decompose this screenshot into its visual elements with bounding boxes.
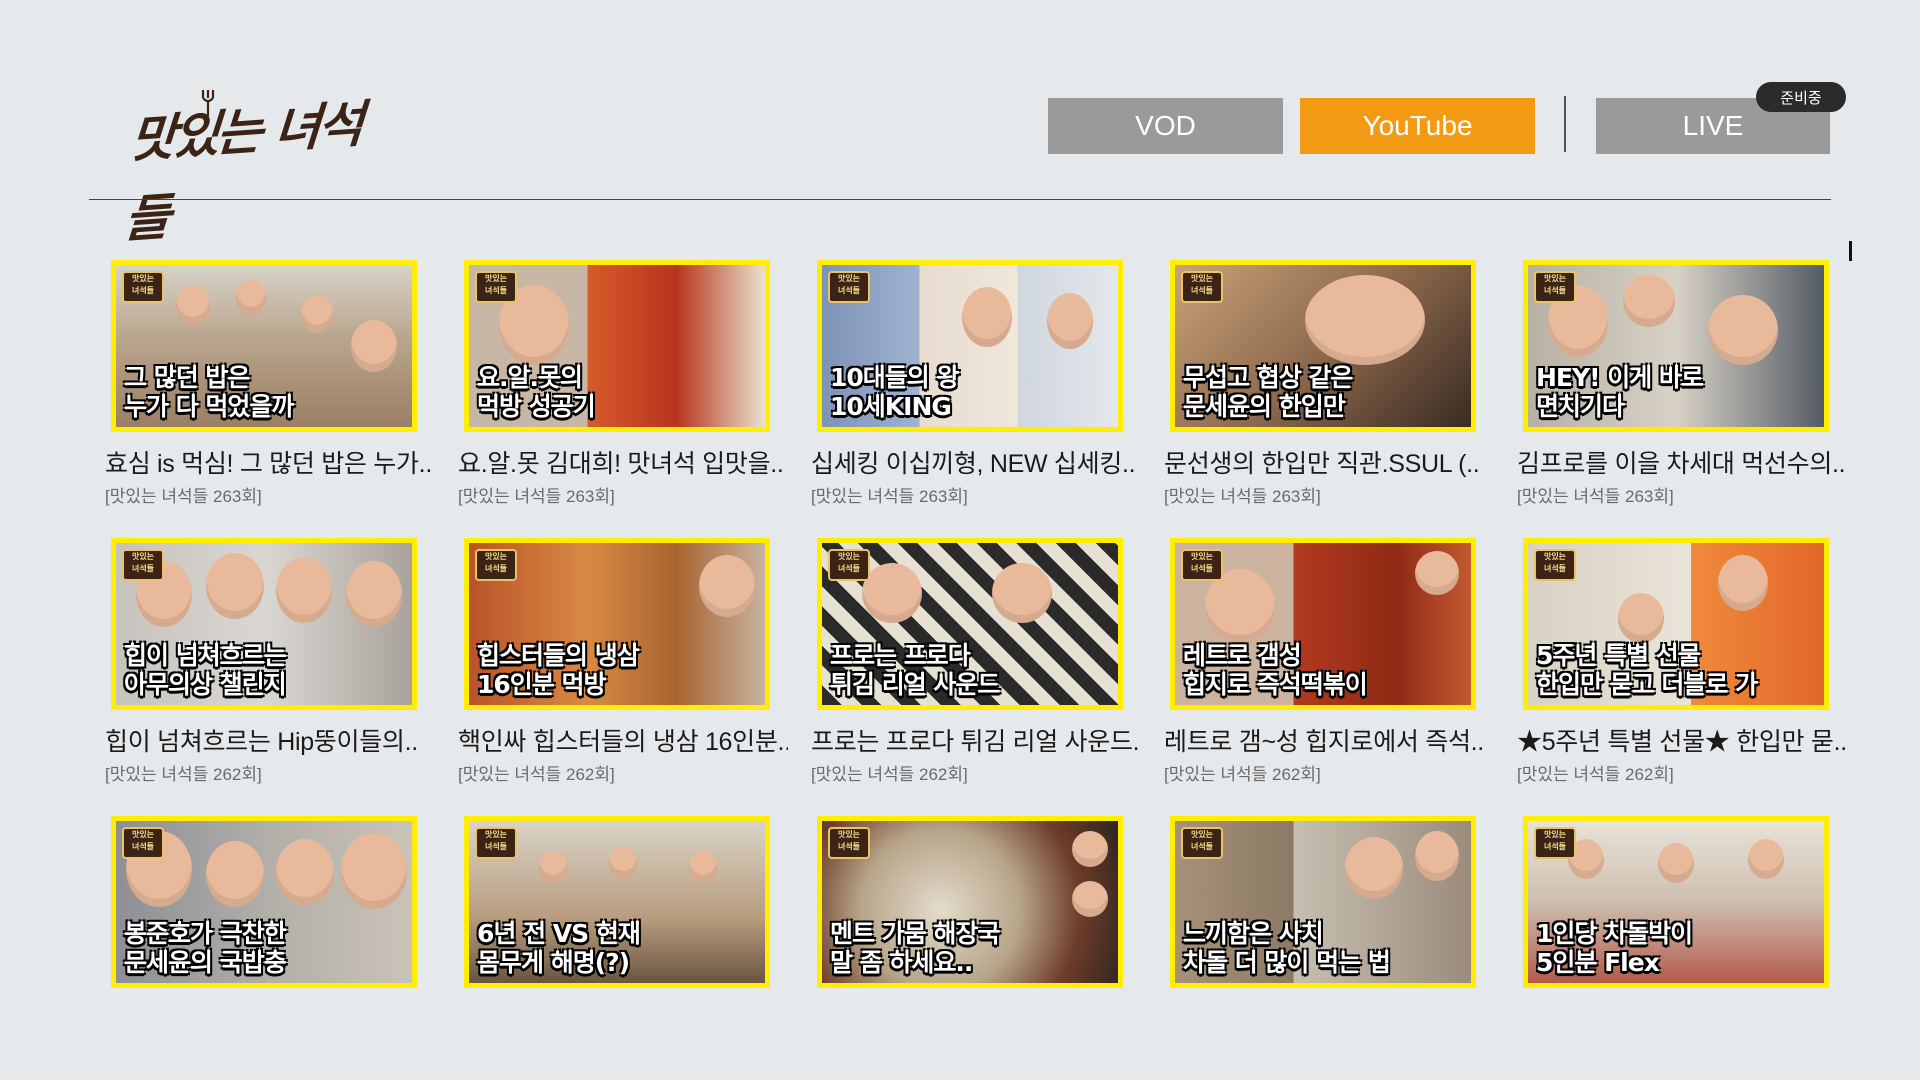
video-thumbnail[interactable]: 맛있는 녀석들 요.알.못의 먹방 성공기 bbox=[464, 260, 770, 432]
video-card[interactable]: 맛있는 녀석들 힙이 넘쳐흐르는 아무의상 챌린지 힙이 넘쳐흐르는 Hip뚱이들… bbox=[105, 538, 430, 788]
thumbnail-caption: 무섭고 협상 같은 문세윤의 한입만 bbox=[1183, 363, 1353, 421]
video-card[interactable]: 맛있는 녀석들 봉준호가 극찬한 문세윤의 국밥충 bbox=[105, 816, 430, 1066]
video-card[interactable]: 맛있는 녀석들 느끼함은 사치 차돌 더 많이 먹는 법 bbox=[1164, 816, 1489, 1066]
video-title: 레트로 갬~성 힙지로에서 즉석.. bbox=[1164, 728, 1484, 756]
video-card[interactable]: 맛있는 녀석들 무섭고 협상 같은 문세윤의 한입만 문선생의 한입만 직관.SS… bbox=[1164, 260, 1489, 510]
video-card[interactable]: 맛있는 녀석들 10대들의 왕 10세KING 십세킹 이십끼형, NEW 십세킹… bbox=[811, 260, 1136, 510]
video-episode: [맛있는 녀석들 263회] bbox=[1164, 487, 1321, 506]
video-thumbnail[interactable]: 맛있는 녀석들 힙스터들의 냉삼 16인분 먹방 bbox=[464, 538, 770, 710]
tab-vod[interactable]: VOD bbox=[1048, 98, 1283, 154]
thumbnail-caption: 봉준호가 극찬한 문세윤의 국밥충 bbox=[124, 919, 287, 977]
video-episode: [맛있는 녀석들 262회] bbox=[105, 765, 262, 784]
video-episode: [맛있는 녀석들 263회] bbox=[811, 487, 968, 506]
video-thumbnail[interactable]: 맛있는 녀석들 1인당 차돌박이 5인분 Flex bbox=[1523, 816, 1829, 988]
show-logo-icon: 맛있는 녀석들 bbox=[475, 827, 517, 859]
show-logo-icon: 맛있는 녀석들 bbox=[1534, 827, 1576, 859]
video-card[interactable]: 맛있는 녀석들 5주년 특별 선물 한입만 묻고 더블로 가 ★5주년 특별 선물… bbox=[1517, 538, 1847, 788]
tab-separator bbox=[1564, 96, 1566, 152]
video-thumbnail[interactable]: 맛있는 녀석들 그 많던 밥은 누가 다 먹었을까 bbox=[111, 260, 417, 432]
video-card[interactable]: 맛있는 녀석들 힙스터들의 냉삼 16인분 먹방 핵인싸 힙스터들의 냉삼 16인… bbox=[458, 538, 788, 788]
video-title: ★5주년 특별 선물★ 한입만 묻.. bbox=[1517, 728, 1847, 756]
video-card[interactable]: 맛있는 녀석들 그 많던 밥은 누가 다 먹었을까 효심 is 먹심! 그 많던 … bbox=[105, 260, 432, 510]
live-status-badge: 준비중 bbox=[1756, 82, 1846, 112]
thumbnail-caption: 요.알.못의 먹방 성공기 bbox=[477, 363, 596, 421]
show-logo-icon: 맛있는 녀석들 bbox=[475, 549, 517, 581]
show-logo-icon: 맛있는 녀석들 bbox=[828, 827, 870, 859]
thumbnail-caption: 느끼함은 사치 차돌 더 많이 먹는 법 bbox=[1183, 919, 1391, 977]
video-thumbnail[interactable]: 맛있는 녀석들 프로는 프로다 튀김 리얼 사운드 bbox=[817, 538, 1123, 710]
video-card[interactable]: 맛있는 녀석들 6년 전 VS 현재 몸무게 해명(?) bbox=[458, 816, 783, 1066]
header-divider bbox=[89, 199, 1831, 200]
show-logo-icon: 맛있는 녀석들 bbox=[122, 549, 164, 581]
thumbnail-caption: HEY! 이게 바로 면치기다 bbox=[1536, 363, 1704, 421]
thumbnail-caption: 1인당 차돌박이 5인분 Flex bbox=[1536, 919, 1693, 977]
video-thumbnail[interactable]: 맛있는 녀석들 5주년 특별 선물 한입만 묻고 더블로 가 bbox=[1523, 538, 1829, 710]
show-logo-icon: 맛있는 녀석들 bbox=[122, 271, 164, 303]
video-title: 효심 is 먹심! 그 많던 밥은 누가.. bbox=[105, 450, 432, 478]
show-logo-icon: 맛있는 녀석들 bbox=[1534, 549, 1576, 581]
top-tab-bar: VOD YouTube LIVE bbox=[0, 96, 1920, 154]
thumbnail-caption: 멘트 가뭄 해장국 말 좀 하세요.. bbox=[830, 919, 1000, 977]
video-card[interactable]: 맛있는 녀석들 레트로 갬성 힙지로 즉석떡볶이 레트로 갬~성 힙지로에서 즉석… bbox=[1164, 538, 1489, 788]
video-thumbnail[interactable]: 맛있는 녀석들 10대들의 왕 10세KING bbox=[817, 260, 1123, 432]
scroll-indicator[interactable] bbox=[1849, 241, 1852, 261]
video-card[interactable]: 맛있는 녀석들 1인당 차돌박이 5인분 Flex bbox=[1517, 816, 1842, 1066]
video-card[interactable]: 맛있는 녀석들 프로는 프로다 튀김 리얼 사운드 프로는 프로다 튀김 리얼 사… bbox=[811, 538, 1141, 788]
video-thumbnail[interactable]: 맛있는 녀석들 무섭고 협상 같은 문세윤의 한입만 bbox=[1170, 260, 1476, 432]
thumbnail-caption: 그 많던 밥은 누가 다 먹었을까 bbox=[124, 363, 294, 421]
video-card[interactable]: 맛있는 녀석들 HEY! 이게 바로 면치기다 김프로를 이을 차세대 먹선수의.… bbox=[1517, 260, 1846, 510]
video-title: 프로는 프로다 튀김 리얼 사운드.. bbox=[811, 728, 1141, 756]
show-logo-icon: 맛있는 녀석들 bbox=[1181, 549, 1223, 581]
video-card[interactable]: 맛있는 녀석들 멘트 가뭄 해장국 말 좀 하세요.. bbox=[811, 816, 1136, 1066]
video-thumbnail[interactable]: 맛있는 녀석들 힙이 넘쳐흐르는 아무의상 챌린지 bbox=[111, 538, 417, 710]
thumbnail-caption: 레트로 갬성 힙지로 즉석떡볶이 bbox=[1183, 641, 1368, 699]
tab-youtube[interactable]: YouTube bbox=[1300, 98, 1535, 154]
video-thumbnail[interactable]: 맛있는 녀석들 6년 전 VS 현재 몸무게 해명(?) bbox=[464, 816, 770, 988]
video-card[interactable]: 맛있는 녀석들 요.알.못의 먹방 성공기 요.알.못 김대희! 맛녀석 입맛을.… bbox=[458, 260, 784, 510]
show-logo-icon: 맛있는 녀석들 bbox=[828, 549, 870, 581]
video-thumbnail[interactable]: 맛있는 녀석들 레트로 갬성 힙지로 즉석떡볶이 bbox=[1170, 538, 1476, 710]
thumbnail-caption: 6년 전 VS 현재 몸무게 해명(?) bbox=[477, 919, 641, 977]
video-episode: [맛있는 녀석들 263회] bbox=[458, 487, 615, 506]
video-episode: [맛있는 녀석들 262회] bbox=[458, 765, 615, 784]
video-title: 요.알.못 김대희! 맛녀석 입맛을.. bbox=[458, 450, 784, 478]
thumbnail-caption: 힙스터들의 냉삼 16인분 먹방 bbox=[477, 641, 640, 699]
video-thumbnail[interactable]: 맛있는 녀석들 느끼함은 사치 차돌 더 많이 먹는 법 bbox=[1170, 816, 1476, 988]
video-title: 힙이 넘쳐흐르는 Hip뚱이들의.. bbox=[105, 728, 418, 756]
video-thumbnail[interactable]: 맛있는 녀석들 멘트 가뭄 해장국 말 좀 하세요.. bbox=[817, 816, 1123, 988]
thumbnail-caption: 10대들의 왕 10세KING bbox=[830, 363, 960, 421]
video-episode: [맛있는 녀석들 262회] bbox=[1517, 765, 1674, 784]
show-logo-icon: 맛있는 녀석들 bbox=[122, 827, 164, 859]
show-logo-icon: 맛있는 녀석들 bbox=[828, 271, 870, 303]
show-logo-icon: 맛있는 녀석들 bbox=[1181, 827, 1223, 859]
show-logo-icon: 맛있는 녀석들 bbox=[1181, 271, 1223, 303]
thumbnail-caption: 5주년 특별 선물 한입만 묻고 더블로 가 bbox=[1536, 641, 1758, 699]
video-episode: [맛있는 녀석들 263회] bbox=[105, 487, 262, 506]
video-title: 십세킹 이십끼형, NEW 십세킹.. bbox=[811, 450, 1136, 478]
show-logo-icon: 맛있는 녀석들 bbox=[1534, 271, 1576, 303]
thumbnail-caption: 힙이 넘쳐흐르는 아무의상 챌린지 bbox=[124, 641, 287, 699]
video-title: 문선생의 한입만 직관.SSUL (.. bbox=[1164, 450, 1480, 478]
thumbnail-caption: 프로는 프로다 튀김 리얼 사운드 bbox=[830, 641, 1000, 699]
video-episode: [맛있는 녀석들 262회] bbox=[811, 765, 968, 784]
video-thumbnail[interactable]: 맛있는 녀석들 HEY! 이게 바로 면치기다 bbox=[1523, 260, 1829, 432]
video-title: 핵인싸 힙스터들의 냉삼 16인분.. bbox=[458, 728, 788, 756]
show-logo-icon: 맛있는 녀석들 bbox=[475, 271, 517, 303]
video-episode: [맛있는 녀석들 263회] bbox=[1517, 487, 1674, 506]
video-episode: [맛있는 녀석들 262회] bbox=[1164, 765, 1321, 784]
video-title: 김프로를 이을 차세대 먹선수의.. bbox=[1517, 450, 1846, 478]
video-thumbnail[interactable]: 맛있는 녀석들 봉준호가 극찬한 문세윤의 국밥충 bbox=[111, 816, 417, 988]
